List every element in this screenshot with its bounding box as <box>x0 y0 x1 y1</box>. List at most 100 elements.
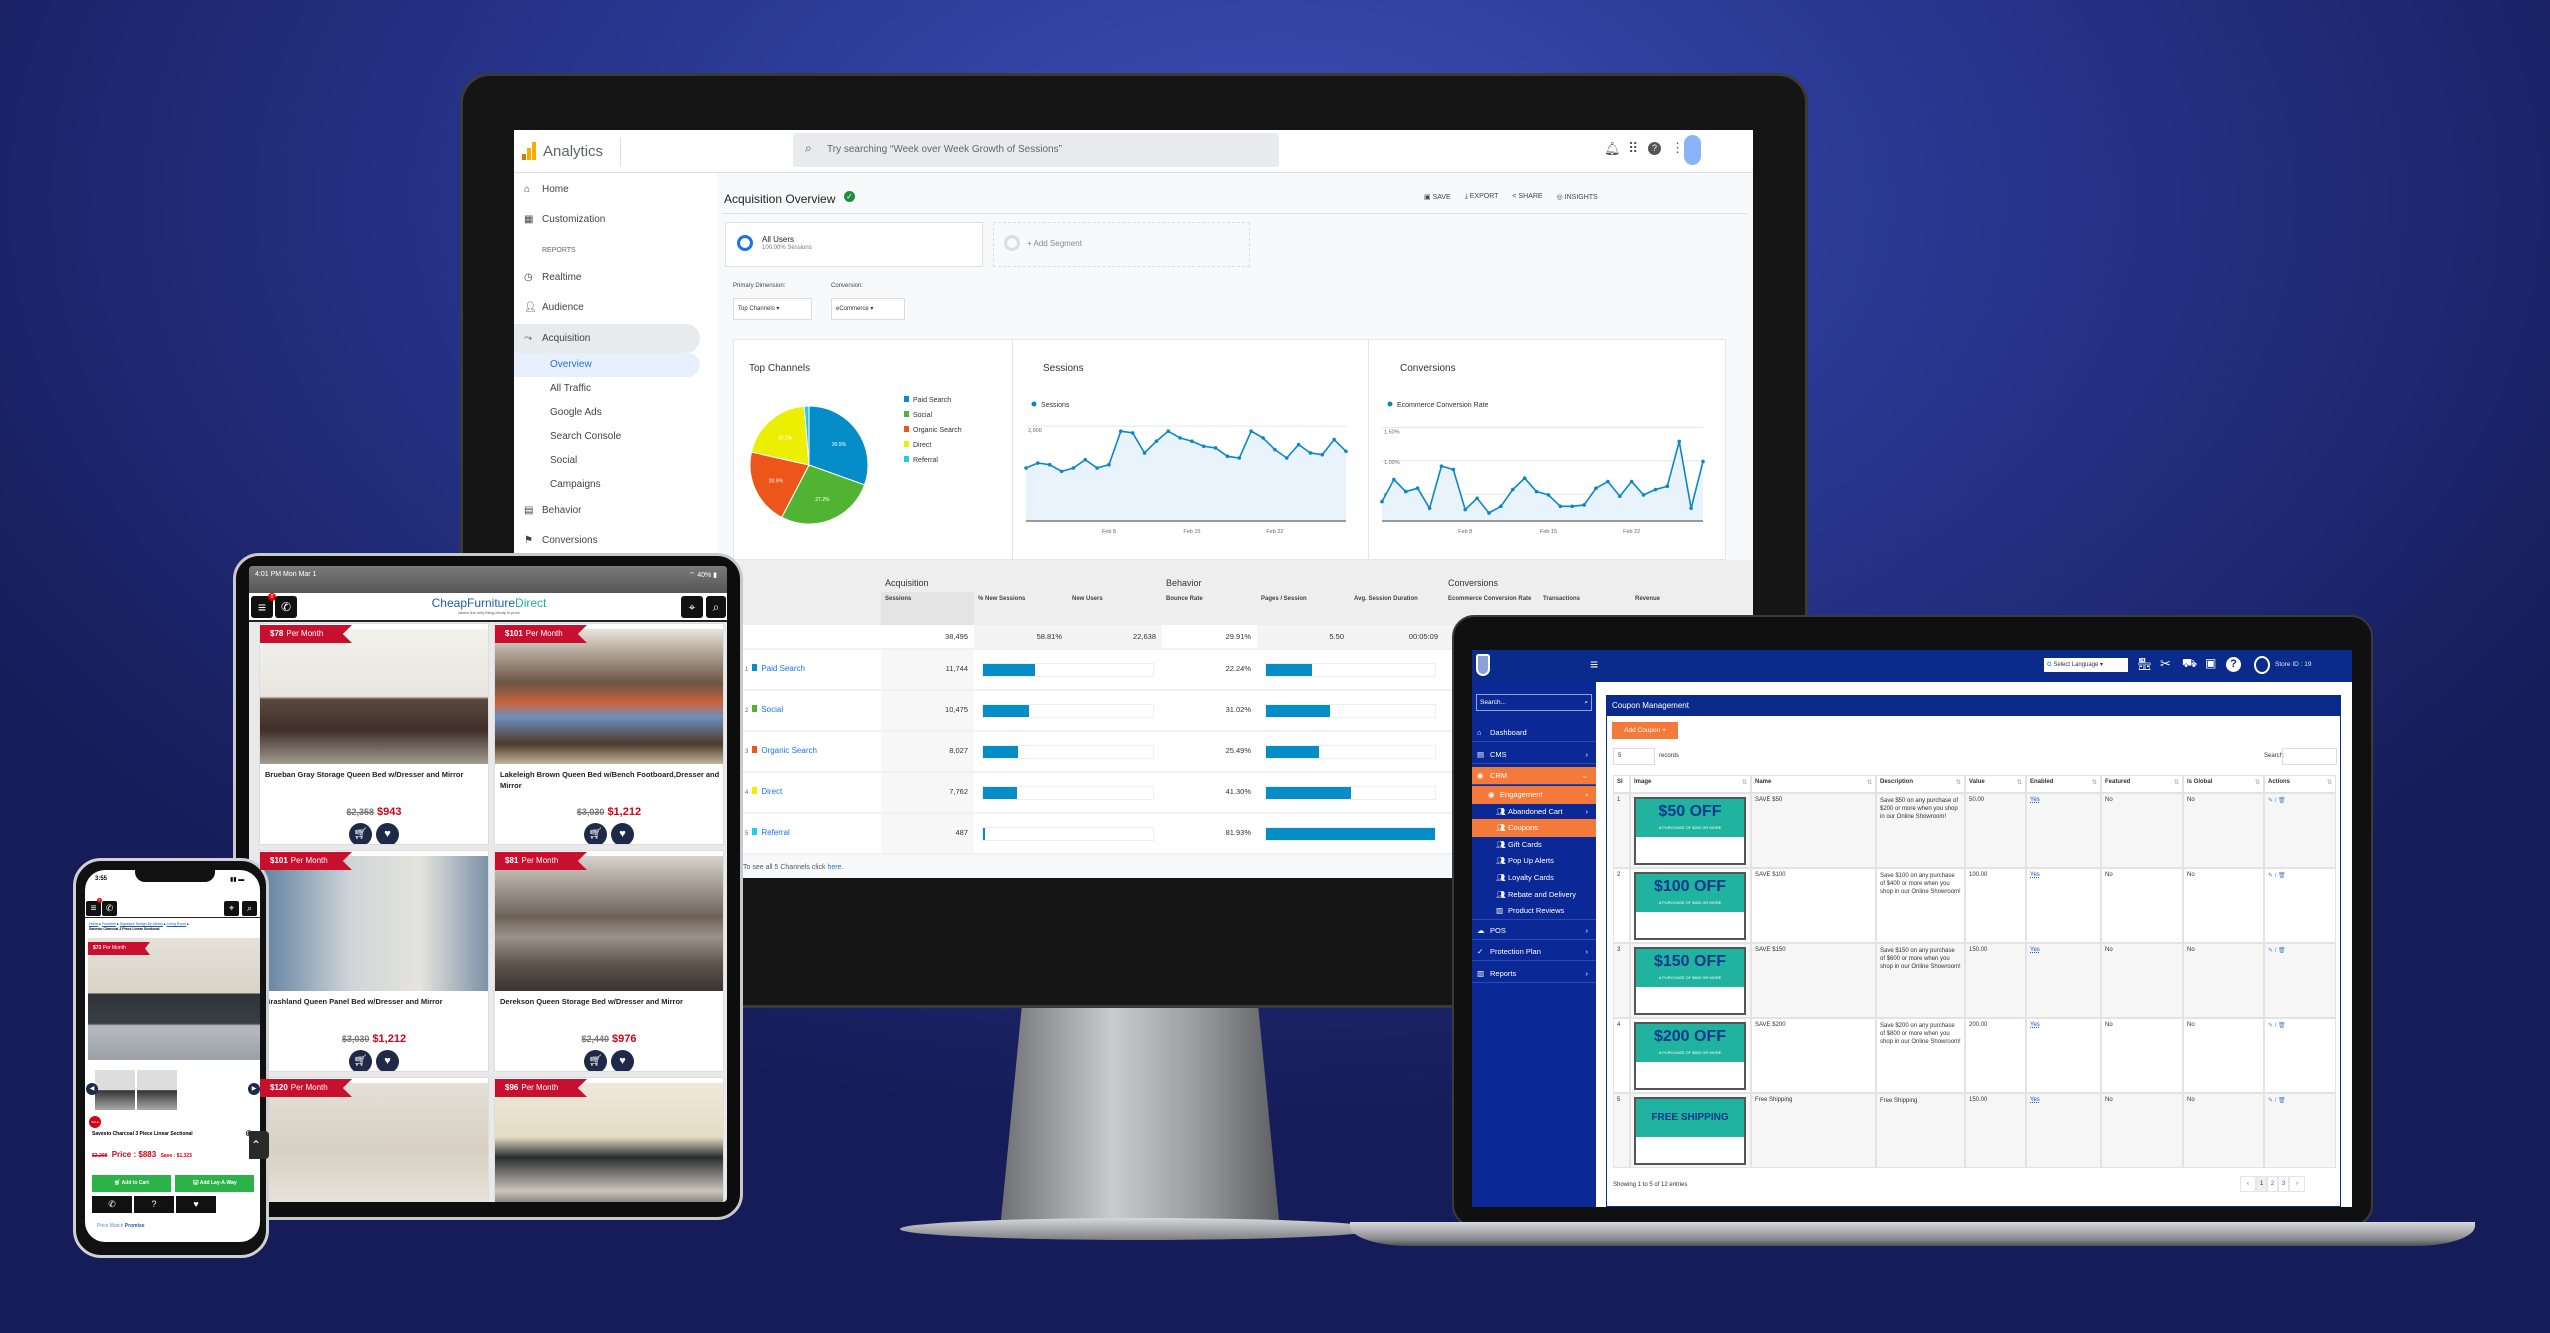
data-point[interactable] <box>1261 436 1265 440</box>
data-point[interactable] <box>1617 494 1622 499</box>
column-header[interactable]: Description ⇅ <box>1876 775 1965 793</box>
heart-icon[interactable]: ♥ <box>376 823 399 844</box>
column-header[interactable]: Image ⇅ <box>1630 775 1751 793</box>
data-point[interactable] <box>1499 504 1503 509</box>
data-point[interactable] <box>1665 484 1670 489</box>
data-point[interactable] <box>1119 429 1123 433</box>
see-all-link[interactable]: here. <box>827 864 843 871</box>
data-point[interactable] <box>1451 467 1456 472</box>
heart-icon[interactable]: ♥ <box>611 1050 634 1071</box>
cell-enabled[interactable]: Yes <box>2026 868 2101 943</box>
sidebar-item-reports[interactable]: ▥ Reports › <box>1472 965 1596 983</box>
delete-icon[interactable]: 🗑︎ <box>2278 1023 2286 1029</box>
data-point[interactable] <box>1166 429 1171 433</box>
product-card[interactable]: $101 Per Month Lakeleigh Brown Queen Bed w… <box>494 623 724 845</box>
column-header[interactable]: Pages / Session <box>1257 592 1350 625</box>
data-point[interactable] <box>1534 489 1539 494</box>
column-header[interactable]: Actions ⇅ <box>2264 775 2336 793</box>
data-point[interactable] <box>1439 464 1444 468</box>
data-point[interactable] <box>1130 431 1135 435</box>
sidebar-item-protection-plan[interactable]: ✓ Protection Plan › <box>1472 943 1596 961</box>
hamburger-menu-icon[interactable]: ≡ <box>1590 656 1598 672</box>
data-point[interactable] <box>1024 466 1028 470</box>
thumbnail[interactable] <box>137 1070 177 1110</box>
column-header[interactable]: Bounce Rate <box>1162 592 1257 625</box>
page-button[interactable]: › <box>2289 1176 2305 1192</box>
product-name[interactable]: Lakeleigh Brown Queen Bed w/Bench Footbo… <box>500 769 720 791</box>
page-button[interactable]: 2 <box>2267 1176 2278 1192</box>
data-point[interactable] <box>1415 486 1420 491</box>
add-to-cart-icon[interactable]: 🛒︎ <box>349 1050 372 1071</box>
wishlist-button[interactable]: ♥ <box>176 1196 216 1213</box>
channel-link[interactable]: Paid Search <box>761 664 805 673</box>
data-point[interactable] <box>1475 496 1479 501</box>
page-button[interactable]: ‹ <box>2240 1176 2256 1192</box>
column-header[interactable]: New Users <box>1068 592 1162 625</box>
question-button[interactable]: ? <box>134 1196 174 1213</box>
data-point[interactable] <box>1059 469 1064 474</box>
sidebar-item-dashboard[interactable]: ⌂ Dashboard <box>1472 724 1596 742</box>
cell-enabled[interactable]: Yes <box>2026 793 2101 868</box>
page-button[interactable]: 3 <box>2278 1176 2289 1192</box>
sidebar-item-engagement[interactable]: ◉ Engagement › <box>1472 786 1596 804</box>
sidebar-item-product-reviews[interactable]: ▥ Product Reviews <box>1472 902 1596 920</box>
data-point[interactable] <box>1403 489 1408 494</box>
column-header[interactable]: Name ⇅ <box>1751 775 1876 793</box>
store-id[interactable]: Store ID : 19 <box>2275 661 2312 668</box>
heart-icon[interactable]: ♥ <box>611 823 634 844</box>
call-button[interactable]: ✆ <box>92 1196 132 1213</box>
search-icon[interactable]: ⌕ <box>242 901 257 916</box>
column-header[interactable]: Enabled ⇅ <box>2026 775 2101 793</box>
data-point[interactable] <box>1142 451 1147 455</box>
data-point[interactable] <box>1653 487 1658 492</box>
hamburger-menu-icon[interactable]: ≡ <box>86 901 101 916</box>
heart-icon[interactable]: ♥ <box>376 1050 399 1071</box>
sidebar-item-pos[interactable]: ☁ POS › <box>1472 922 1596 940</box>
product-card[interactable]: $78 Per Month Brueban Gray Storage Queen B… <box>259 623 489 845</box>
breadcrumb-link[interactable]: Home <box>89 922 98 926</box>
data-point[interactable] <box>1594 486 1598 491</box>
sidebar-item-pop-up-alerts[interactable]: 👥︎ Pop Up Alerts <box>1472 852 1596 870</box>
data-point[interactable] <box>1380 499 1384 504</box>
column-header[interactable]: Sessions <box>881 592 974 625</box>
sidebar-item-loyalty-cards[interactable]: 👥︎ Loyalty Cards <box>1472 869 1596 887</box>
add-layaway-button[interactable]: 🐷︎ Add Lay-A-Way <box>175 1175 254 1192</box>
sidebar-item-coupons[interactable]: 👥︎ Coupons <box>1472 819 1596 837</box>
data-point[interactable] <box>1225 454 1230 459</box>
shop-logo[interactable]: CheapFurnitureDirect where the only thing… <box>399 596 579 615</box>
table-search-input[interactable] <box>2282 748 2337 765</box>
page-length-select[interactable]: 5 <box>1613 748 1655 765</box>
data-point[interactable] <box>1677 439 1682 444</box>
data-point[interactable] <box>1083 457 1088 462</box>
delete-icon[interactable]: 🗑︎ <box>2278 1098 2286 1104</box>
data-point[interactable] <box>1332 437 1336 442</box>
column-header[interactable]: Sl <box>1613 775 1630 793</box>
add-to-cart-icon[interactable]: 🛒︎ <box>584 823 607 844</box>
data-point[interactable] <box>1701 459 1705 464</box>
data-point[interactable] <box>1320 452 1325 457</box>
delete-icon[interactable]: 🗑︎ <box>2278 798 2286 804</box>
column-header[interactable]: % New Sessions <box>974 592 1068 625</box>
cell-enabled[interactable]: Yes <box>2026 1018 2101 1093</box>
data-point[interactable] <box>1201 444 1206 449</box>
add-to-cart-icon[interactable]: 🛒︎ <box>349 823 372 844</box>
data-point[interactable] <box>1510 487 1515 492</box>
location-pin-icon[interactable]: ⌖ <box>681 596 703 618</box>
language-select[interactable]: G Select Language ▾ <box>2044 658 2128 672</box>
page-button[interactable]: 1 <box>2256 1176 2267 1192</box>
data-point[interactable] <box>1689 506 1693 511</box>
cell-enabled[interactable]: Yes <box>2026 943 2101 1018</box>
column-header[interactable]: Avg. Session Duration <box>1350 592 1444 625</box>
channel-link[interactable]: Social <box>761 705 783 714</box>
data-point[interactable] <box>1296 442 1301 447</box>
data-point[interactable] <box>1308 451 1313 455</box>
device-icon[interactable]: ▣ <box>2205 656 2216 670</box>
sidebar-item-crm[interactable]: ◉ CRM ⌄ <box>1472 767 1596 785</box>
data-point[interactable] <box>1154 439 1159 444</box>
phone-icon[interactable]: ✆ <box>275 596 297 618</box>
data-point[interactable] <box>1463 507 1468 512</box>
data-point[interactable] <box>1284 456 1289 460</box>
data-point[interactable] <box>1237 456 1242 460</box>
data-point[interactable] <box>1095 466 1099 470</box>
product-name[interactable]: Derekson Queen Storage Bed w/Dresser and… <box>500 996 720 1007</box>
